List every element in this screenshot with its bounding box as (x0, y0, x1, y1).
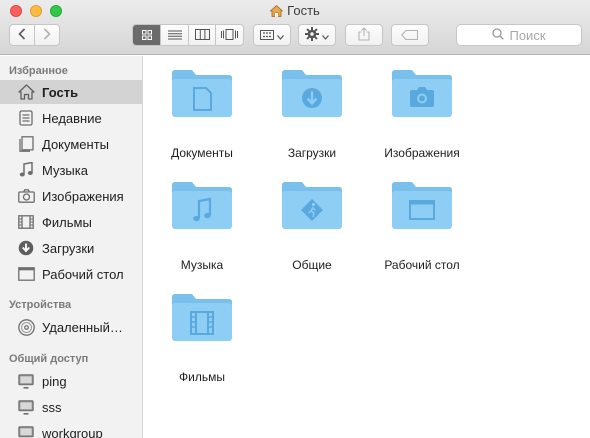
sidebar-item-documents[interactable]: Документы (0, 132, 142, 156)
chevron-left-icon (18, 27, 26, 43)
sidebar: Избранное Гость Недавние Документы Музык… (0, 56, 143, 438)
sidebar-item-label: Загрузки (42, 240, 95, 256)
folder-icon (147, 68, 257, 118)
arrange-button[interactable] (253, 24, 291, 46)
folder-label: Загрузки (287, 146, 337, 160)
arrange-grid-icon (259, 28, 274, 43)
icon-view-button[interactable] (133, 25, 161, 45)
sidebar-section-devices: Устройства (9, 299, 72, 311)
window-title: Гость (0, 3, 590, 19)
sidebar-item-label: ping (42, 373, 67, 389)
recents-icon (17, 109, 35, 127)
action-button[interactable] (298, 24, 336, 46)
sidebar-item-home[interactable]: Гость (0, 80, 142, 104)
folder-music[interactable]: Музыка (147, 180, 257, 280)
sidebar-item-label: Недавние (42, 110, 102, 126)
navigation-buttons (9, 24, 60, 46)
folder-pictures[interactable]: Изображения (367, 68, 477, 168)
folder-icon (367, 68, 477, 118)
folder-downloads[interactable]: Загрузки (257, 68, 367, 168)
folder-desktop[interactable]: Рабочий стол (367, 180, 477, 280)
window-title-text: Гость (287, 3, 320, 18)
home-icon (269, 4, 284, 20)
back-button[interactable] (10, 25, 34, 45)
folder-label: Изображения (384, 146, 460, 160)
search-icon (492, 27, 505, 43)
sidebar-section-favorites: Избранное (9, 65, 68, 77)
search-field[interactable]: Поиск (456, 24, 582, 46)
toolbar: Гость Поиск (0, 0, 590, 55)
sidebar-item-label: Удаленный… (42, 319, 123, 335)
camera-icon (17, 187, 35, 205)
sidebar-item-recents[interactable]: Недавние (0, 106, 142, 130)
chevron-right-icon (43, 27, 51, 43)
folder-icon (147, 292, 257, 342)
forward-button[interactable] (34, 25, 59, 45)
folder-label: Музыка (180, 258, 224, 272)
sidebar-item-downloads[interactable]: Загрузки (0, 236, 142, 260)
sidebar-item-label: Документы (42, 136, 110, 152)
document-icon (17, 135, 35, 153)
column-view-button[interactable] (187, 25, 216, 45)
cover-flow-icon (221, 28, 239, 43)
folder-icon (147, 180, 257, 230)
folder-label: Документы (171, 146, 233, 160)
sidebar-item-shared-sss[interactable]: sss (0, 395, 142, 419)
search-placeholder: Поиск (509, 27, 546, 43)
folder-public[interactable]: Общие (257, 180, 367, 280)
view-mode-control (132, 24, 244, 46)
computer-icon (17, 398, 35, 416)
sidebar-item-label: Фильмы (42, 214, 92, 230)
folder-icon (257, 180, 367, 230)
film-icon (17, 213, 35, 231)
computer-icon (17, 424, 35, 438)
cover-flow-view-button[interactable] (215, 25, 243, 45)
list-view-icon (167, 28, 182, 43)
folder-label: Общие (292, 258, 332, 272)
folder-icon (257, 68, 367, 118)
home-icon (17, 83, 35, 101)
sidebar-item-label: sss (42, 399, 62, 415)
sidebar-item-label: Изображения (42, 188, 124, 204)
sidebar-item-shared-workgroup[interactable]: workgroup (0, 421, 142, 438)
sidebar-item-label: Музыка (42, 162, 88, 178)
list-view-button[interactable] (160, 25, 188, 45)
sidebar-item-desktop[interactable]: Рабочий стол (0, 262, 142, 286)
folder-icon (367, 180, 477, 230)
tag-icon (401, 28, 419, 43)
folder-label: Рабочий стол (384, 258, 460, 272)
sidebar-item-remote-disc[interactable]: Удаленный… (0, 315, 142, 339)
sidebar-item-label: Гость (42, 84, 79, 100)
desktop-icon (17, 265, 35, 283)
chevron-down-icon (322, 28, 330, 43)
share-icon (358, 26, 370, 44)
download-icon (17, 239, 35, 257)
sidebar-item-pictures[interactable]: Изображения (0, 184, 142, 208)
chevron-down-icon (277, 28, 285, 43)
folder-movies[interactable]: Фильмы (147, 292, 257, 392)
music-icon (17, 161, 35, 179)
sidebar-item-label: workgroup (42, 425, 103, 438)
sidebar-item-label: Рабочий стол (42, 266, 124, 282)
sidebar-item-music[interactable]: Музыка (0, 158, 142, 182)
file-browser: Документы Загрузки Изображения Музыка Об… (144, 56, 590, 438)
tag-button[interactable] (391, 24, 429, 46)
share-button[interactable] (345, 24, 383, 46)
column-view-icon (194, 28, 210, 43)
folder-documents[interactable]: Документы (147, 68, 257, 168)
gear-icon (304, 26, 319, 44)
disc-icon (17, 318, 35, 336)
folder-label: Фильмы (179, 370, 225, 384)
sidebar-item-shared-ping[interactable]: ping (0, 369, 142, 393)
icon-view-icon (141, 28, 152, 43)
computer-icon (17, 372, 35, 390)
sidebar-item-movies[interactable]: Фильмы (0, 210, 142, 234)
sidebar-section-shared: Общий доступ (9, 353, 89, 365)
